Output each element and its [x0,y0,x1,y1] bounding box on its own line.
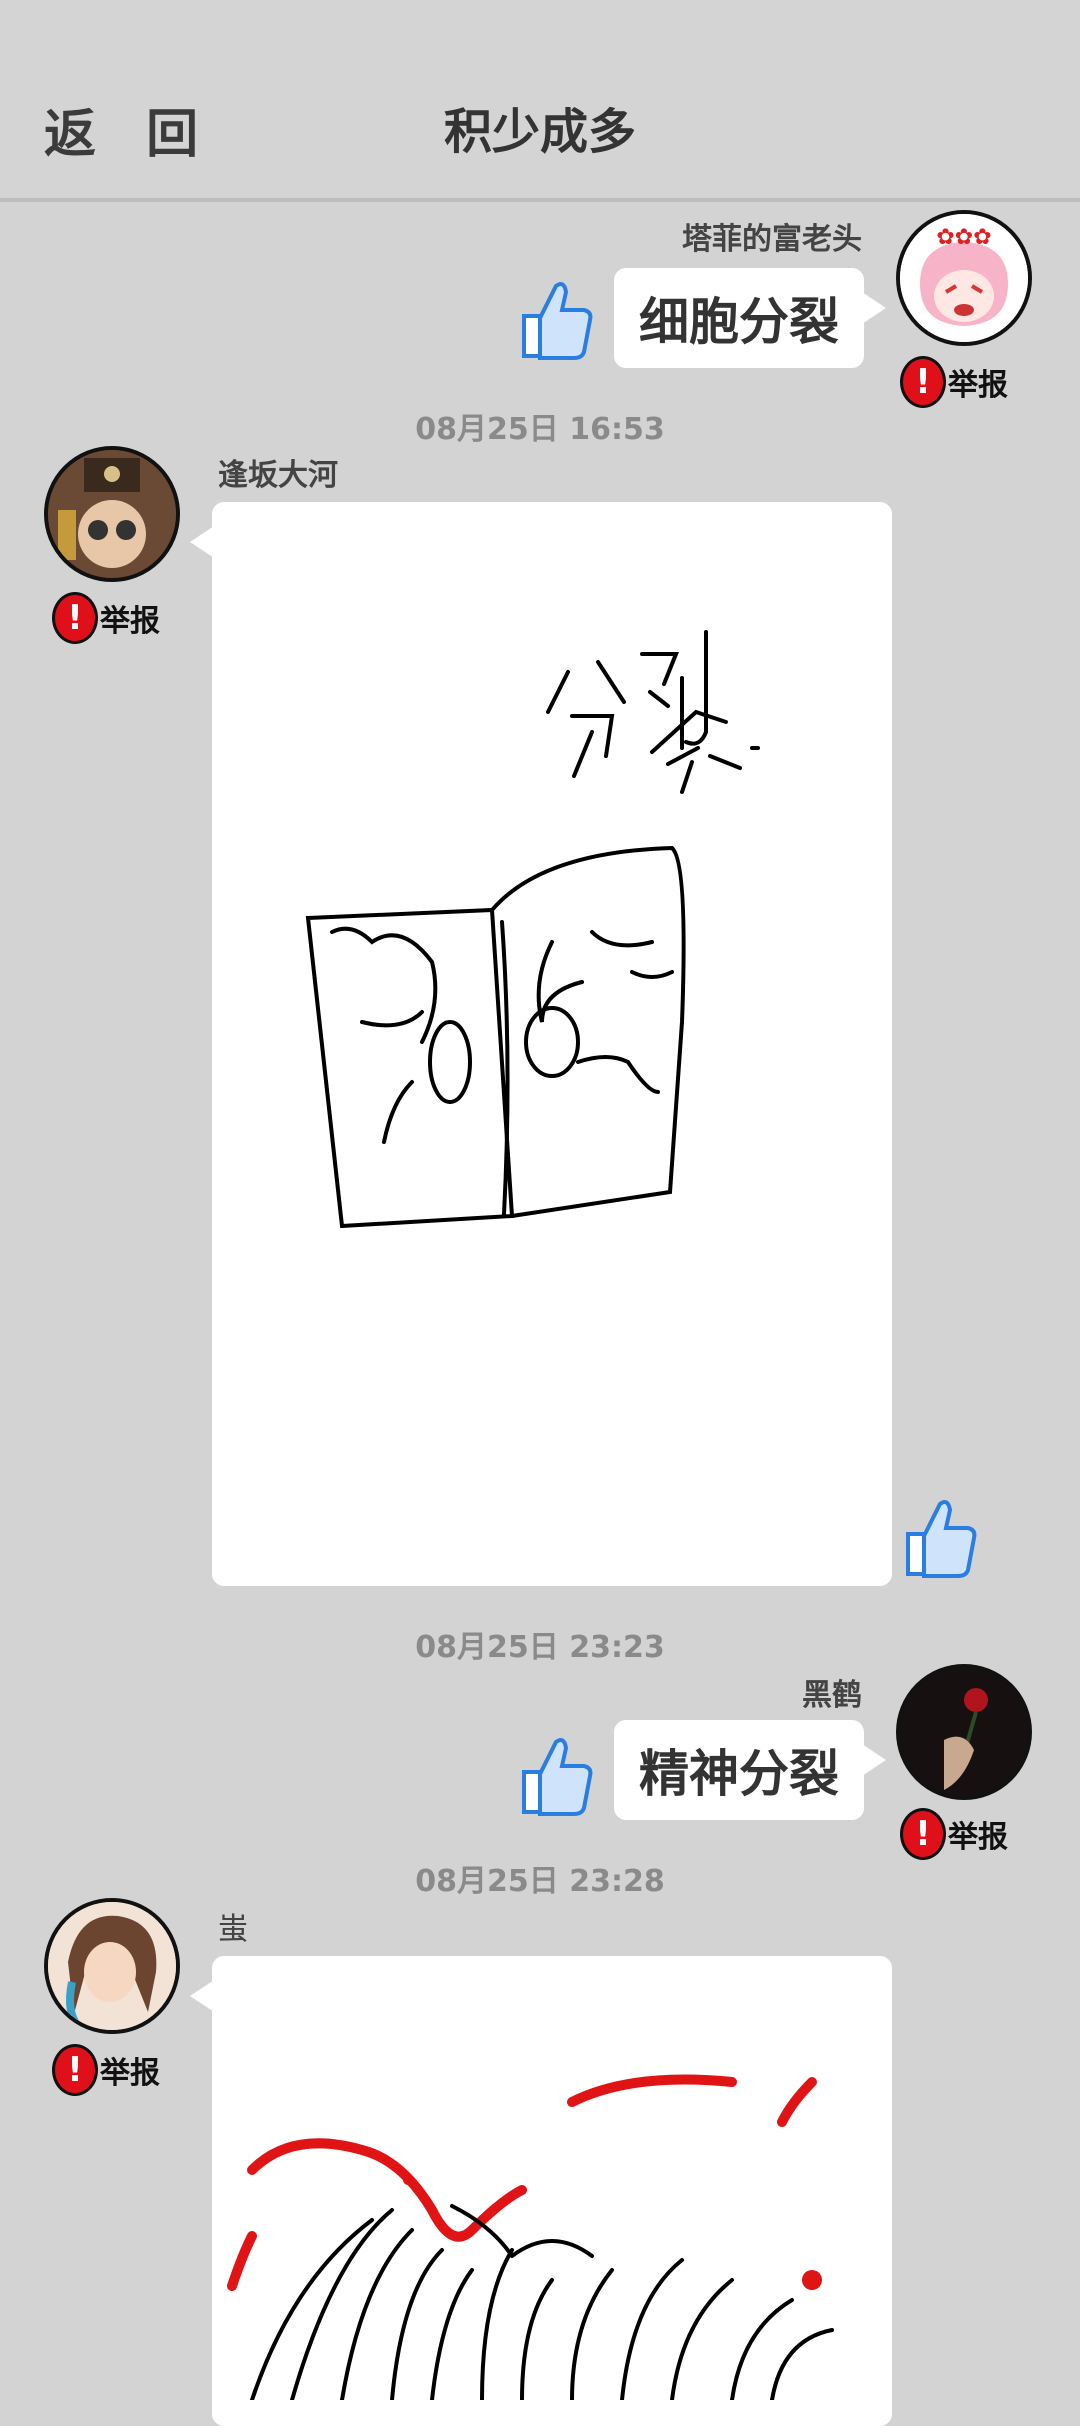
timestamp: 08月25日 23:28 [415,1864,665,1899]
avatar[interactable] [896,1664,1032,1800]
message-bubble[interactable]: 精神分裂 [614,1720,886,1820]
thumbs-up-icon[interactable] [516,272,596,362]
exclamation-icon: ! [900,356,946,408]
report-button[interactable]: ! 举报 [52,592,160,644]
svg-text:✿✿✿: ✿✿✿ [936,225,991,250]
report-button[interactable]: ! 举报 [52,2044,160,2096]
exclamation-icon: ! [52,592,98,644]
timestamp: 08月25日 16:53 [415,412,665,447]
report-button[interactable]: ! 举报 [900,1808,1008,1860]
message-text: 细胞分裂 [639,293,839,351]
report-label: 举报 [948,1820,1008,1855]
nickname: 蚩 [218,1912,248,1947]
report-button[interactable]: ! 举报 [900,356,1008,408]
report-label: 举报 [100,2056,160,2091]
avatar[interactable] [44,446,180,582]
drawing-bubble[interactable] [190,502,892,1586]
header-bar: 返 回 积少成多 [0,0,1080,202]
report-label: 举报 [948,368,1008,403]
drawing-bubble[interactable] [190,1956,892,2426]
drawing-canvas [305,630,760,1229]
report-label: 举报 [100,604,160,639]
avatar[interactable]: ✿✿✿ [896,210,1032,346]
drawing-canvas [227,2074,834,2400]
nickname: 黑鹤 [802,1678,862,1713]
exclamation-icon: ! [900,1808,946,1860]
thumbs-up-icon[interactable] [900,1490,980,1580]
exclamation-icon: ! [52,2044,98,2096]
message-bubble[interactable]: 细胞分裂 [614,268,886,368]
page-title: 积少成多 [443,104,636,160]
avatar[interactable] [44,1898,180,2034]
nickname: 逢坂大河 [218,458,338,493]
thumbs-up-icon[interactable] [516,1728,596,1818]
timestamp: 08月25日 23:23 [415,1630,665,1665]
message-text: 精神分裂 [639,1745,839,1803]
nickname: 塔菲的富老头 [682,222,862,257]
